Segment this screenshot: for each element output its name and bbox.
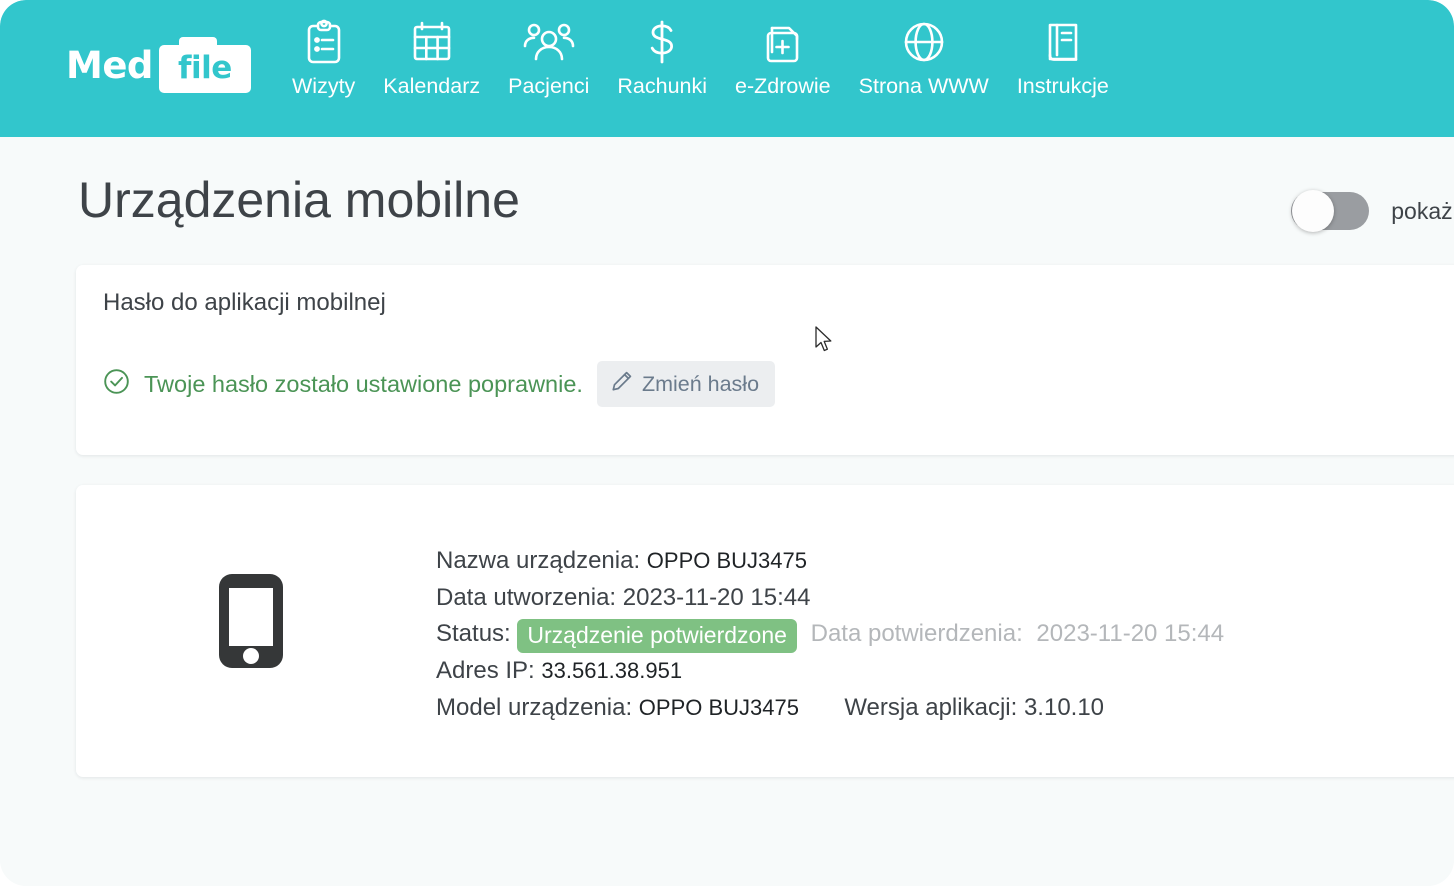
- device-status-label: Status:: [436, 620, 511, 647]
- device-created-value: 2023-11-20 15:44: [622, 583, 811, 611]
- globe-icon: [901, 18, 947, 66]
- device-model-label: Model urządzenia:: [436, 693, 633, 721]
- app-version-value: 3.10.10: [1023, 693, 1105, 721]
- device-ip-label: Adres IP:: [436, 657, 535, 684]
- nav-item-rachunki[interactable]: Rachunki: [603, 18, 721, 99]
- device-confirmed-value: 2023-11-20 15:44: [1036, 620, 1225, 647]
- nav-label: Strona WWW: [858, 74, 989, 98]
- device-status-row: Status: Urządzenie potwierdzone Data pot…: [436, 616, 1224, 653]
- dollar-icon: [643, 18, 681, 66]
- pencil-icon: [611, 370, 633, 398]
- calendar-icon: [409, 18, 455, 66]
- nav-item-e-zdrowie[interactable]: e-Zdrowie: [721, 18, 845, 99]
- show-deleted-control: pokaż usunięte: [1291, 190, 1454, 232]
- users-icon: [523, 18, 575, 66]
- device-created-label: Data utworzenia:: [436, 583, 617, 611]
- password-status-row: Twoje hasło zostało ustawione poprawnie.…: [103, 361, 776, 407]
- nav-item-instrukcje[interactable]: Instrukcje: [1003, 18, 1123, 99]
- top-navigation-bar: Med file Wizyty Kalendarz Pacjenci Rachu…: [0, 0, 1454, 137]
- page-content: Urządzenia mobilne pokaż usunięte Hasło …: [0, 137, 1454, 886]
- device-name-label: Nazwa urządzenia:: [436, 547, 641, 574]
- device-info-block: Nazwa urządzenia: OPPO BUJ3475 Data utwo…: [436, 543, 1224, 726]
- clipboard-icon: [302, 18, 346, 66]
- device-model-value: OPPO BUJ3475: [638, 694, 799, 720]
- logo-folder-icon: file: [158, 37, 251, 93]
- status-badge: Urządzenie potwierdzone: [517, 619, 797, 653]
- device-model-row: Model urządzenia: OPPO BUJ3475 Wersja ap…: [436, 690, 1224, 727]
- device-name-row: Nazwa urządzenia: OPPO BUJ3475: [436, 543, 1224, 580]
- change-password-button[interactable]: Zmień hasło: [596, 361, 776, 407]
- device-created-row: Data utworzenia: 2023-11-20 15:44: [436, 580, 1224, 617]
- logo-text-file: file: [178, 50, 232, 86]
- page-title: Urządzenia mobilne: [78, 172, 520, 228]
- book-icon: [1041, 18, 1085, 66]
- device-ip-value: 33.561.38.951: [541, 658, 683, 683]
- toggle-knob: [1292, 190, 1335, 232]
- nav-label: Wizyty: [292, 74, 356, 98]
- document-plus-icon: [760, 18, 806, 66]
- main-nav: Wizyty Kalendarz Pacjenci Rachunki e-Zdr…: [278, 18, 1123, 99]
- device-confirmed-label: Data potwierdzenia:: [810, 620, 1023, 647]
- nav-label: Instrukcje: [1016, 74, 1109, 98]
- nav-item-strona-www[interactable]: Strona WWW: [845, 18, 1003, 99]
- device-card: Nazwa urządzenia: OPPO BUJ3475 Data utwo…: [76, 485, 1454, 777]
- nav-item-wizyty[interactable]: Wizyty: [278, 18, 369, 99]
- device-name-value: OPPO BUJ3475: [646, 548, 807, 573]
- nav-label: Kalendarz: [383, 74, 481, 98]
- change-password-label: Zmień hasło: [641, 371, 760, 396]
- nav-label: Pacjenci: [508, 74, 590, 98]
- logo-text-med: Med: [66, 43, 153, 87]
- nav-label: e-Zdrowie: [735, 74, 831, 98]
- app-window: Med file Wizyty Kalendarz Pacjenci Rachu…: [0, 0, 1454, 886]
- nav-item-kalendarz[interactable]: Kalendarz: [369, 18, 494, 99]
- mobile-password-card: Hasło do aplikacji mobilnej Twoje hasło …: [76, 265, 1454, 455]
- nav-item-pacjenci[interactable]: Pacjenci: [494, 18, 603, 99]
- mobile-phone-icon: [216, 571, 286, 676]
- check-circle-icon: [103, 368, 130, 400]
- show-deleted-toggle[interactable]: [1291, 190, 1370, 232]
- app-version-label: Wersja aplikacji:: [844, 693, 1018, 721]
- page-header: Urządzenia mobilne pokaż usunięte: [0, 157, 1454, 267]
- show-deleted-label: pokaż usunięte: [1391, 197, 1454, 224]
- device-ip-row: Adres IP: 33.561.38.951: [436, 653, 1224, 690]
- password-status-text: Twoje hasło zostało ustawione poprawnie.: [144, 370, 583, 397]
- mobile-password-card-title: Hasło do aplikacji mobilnej: [103, 289, 386, 316]
- medfile-logo[interactable]: Med file: [66, 36, 251, 94]
- nav-label: Rachunki: [617, 74, 708, 98]
